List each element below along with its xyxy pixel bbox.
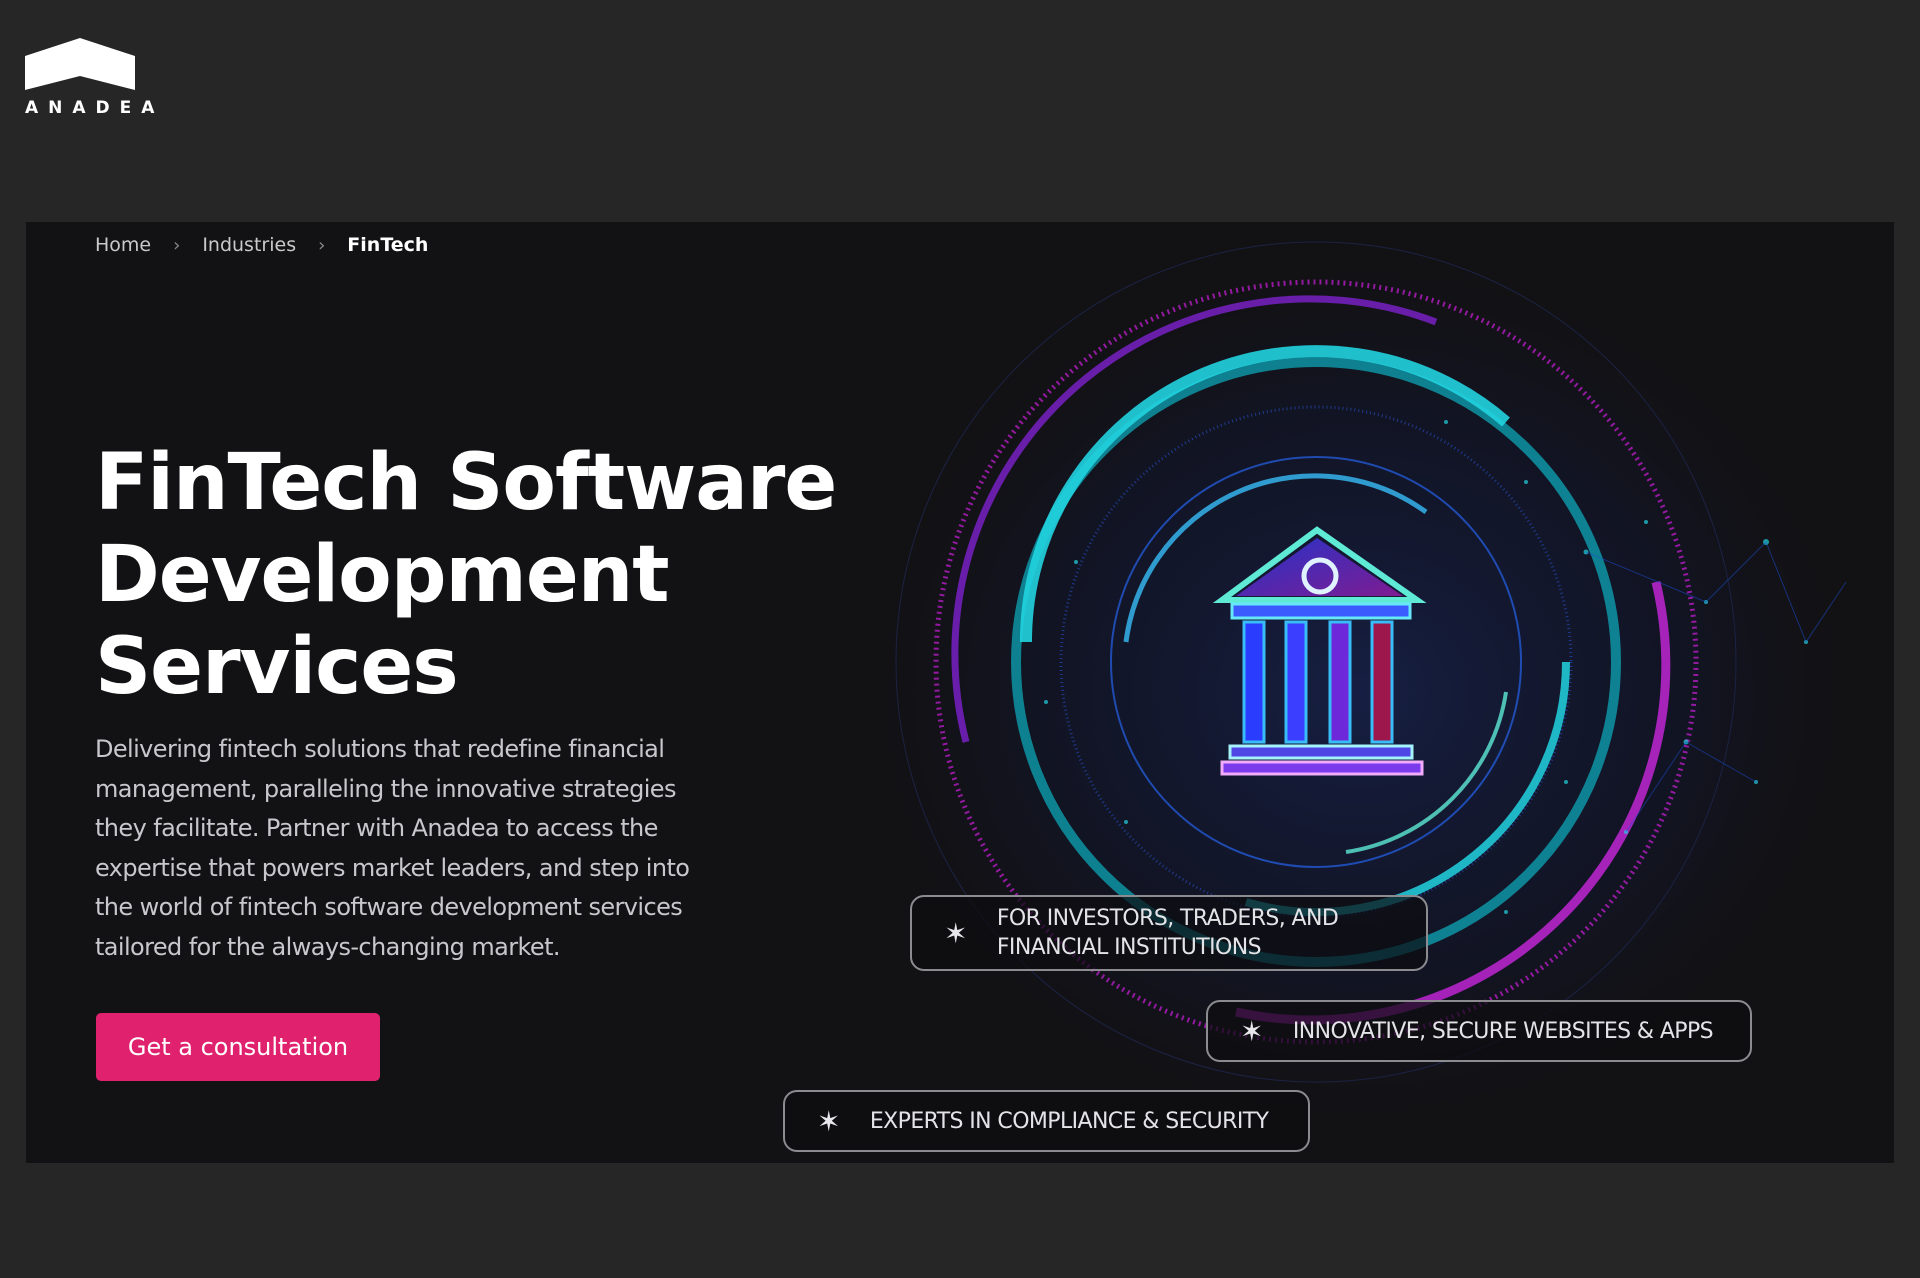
hero-section: Home › Industries › FinTech FinTech Soft…	[26, 222, 1894, 1163]
breadcrumb-current: FinTech	[347, 234, 429, 256]
title-line-1: FinTech Software	[95, 438, 837, 528]
get-consultation-button[interactable]: Get a consultation	[96, 1013, 380, 1081]
logo-wordmark: ANADEA	[25, 98, 165, 118]
chip-websites-apps: ✶ INNOVATIVE, SECURE WEBSITES & APPS	[1206, 1000, 1752, 1062]
chevron-right-icon: ›	[318, 234, 326, 256]
breadcrumb-home[interactable]: Home	[95, 234, 151, 256]
page-title: FinTech Software Development Services	[95, 437, 837, 713]
chip-text: FOR INVESTORS, TRADERS, AND FINANCIAL IN…	[996, 904, 1339, 962]
title-line-3: Services	[95, 622, 459, 712]
chip-text: EXPERTS IN COMPLIANCE & SECURITY	[869, 1108, 1269, 1134]
title-line-2: Development	[95, 530, 670, 620]
chip-line-1: FOR INVESTORS, TRADERS, AND	[996, 906, 1339, 931]
anadea-logo[interactable]: ANADEA	[25, 36, 165, 118]
hero-description: Delivering fintech solutions that redefi…	[95, 735, 690, 961]
chip-text: INNOVATIVE, SECURE WEBSITES & APPS	[1292, 1018, 1714, 1044]
logo-roof-icon	[25, 38, 135, 90]
breadcrumb: Home › Industries › FinTech	[95, 234, 428, 256]
sparkle-icon: ✶	[1240, 1014, 1263, 1048]
breadcrumb-industries[interactable]: Industries	[202, 234, 296, 256]
sparkle-icon: ✶	[944, 916, 967, 950]
chip-compliance: ✶ EXPERTS IN COMPLIANCE & SECURITY	[783, 1090, 1310, 1152]
chevron-right-icon: ›	[173, 234, 181, 256]
chip-line-2: FINANCIAL INSTITUTIONS	[996, 935, 1262, 960]
sparkle-icon: ✶	[817, 1104, 840, 1138]
chip-investors: ✶ FOR INVESTORS, TRADERS, AND FINANCIAL …	[910, 895, 1428, 971]
